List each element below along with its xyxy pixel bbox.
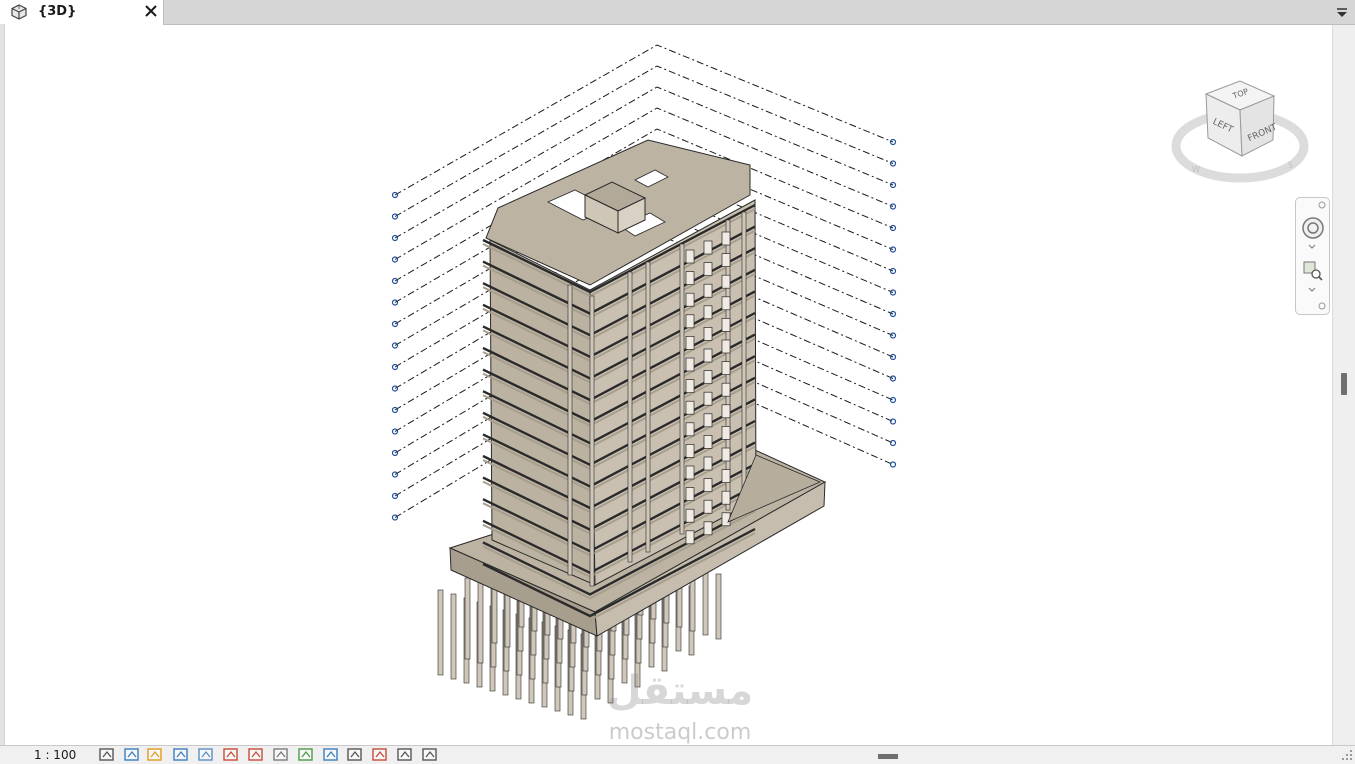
window (685, 336, 695, 350)
window (685, 465, 695, 480)
window (721, 253, 731, 267)
window (703, 262, 713, 276)
show-analytical-model-icon[interactable] (371, 747, 389, 763)
visual-style-icon[interactable] (123, 747, 141, 763)
window (703, 499, 713, 514)
steering-wheel-icon[interactable] (1301, 216, 1325, 240)
window (703, 478, 713, 492)
chevron-down-icon[interactable] (1308, 244, 1316, 250)
zoom-region-icon[interactable] (1302, 260, 1324, 282)
detail-level-icon[interactable] (98, 747, 116, 763)
window (685, 271, 695, 285)
column (679, 243, 685, 535)
temporary-hide-isolate-icon[interactable] (297, 747, 315, 763)
window (685, 379, 695, 393)
reveal-constraints-icon[interactable] (421, 747, 439, 763)
window (685, 508, 695, 523)
window (703, 240, 713, 255)
navbar-close-icon[interactable] (1318, 201, 1326, 209)
window (703, 305, 713, 320)
reveal-hidden-elements-icon[interactable] (322, 747, 340, 763)
chevron-down-icon[interactable] (1308, 287, 1316, 293)
window (703, 391, 713, 406)
watermark: مستقل mostaql.com (590, 668, 770, 748)
compass-west-label: W (1192, 165, 1200, 174)
window (703, 370, 713, 384)
window (685, 249, 695, 264)
window (721, 447, 731, 462)
column (741, 211, 747, 503)
view-tab[interactable]: {3D} (0, 0, 164, 25)
view-tab-bar: {3D} (0, 0, 1355, 25)
window (703, 413, 713, 428)
dropdown-arrow-icon[interactable] (1335, 5, 1349, 19)
column (589, 295, 595, 587)
window (721, 426, 731, 440)
window (685, 292, 695, 307)
window (703, 327, 713, 341)
level-head-right (889, 396, 897, 404)
pile (450, 593, 457, 680)
window (721, 382, 731, 397)
show-rendering-dialog-icon[interactable] (197, 747, 215, 763)
pile (715, 573, 722, 640)
pile (437, 589, 444, 676)
window (685, 530, 695, 545)
view-control-bar: 1 : 100 (0, 745, 1355, 764)
crop-view-icon[interactable] (222, 747, 240, 763)
window (721, 469, 731, 483)
navigation-bar (1295, 197, 1330, 315)
window (685, 422, 695, 437)
window (685, 444, 695, 458)
window (721, 490, 731, 505)
window (721, 339, 731, 354)
level-head-right (889, 461, 897, 468)
column (567, 284, 573, 576)
watermark-logo: مستقل (606, 668, 754, 714)
window (703, 283, 713, 298)
tab-title: {3D} (38, 4, 77, 19)
window (685, 314, 695, 329)
show-crop-region-icon[interactable] (247, 747, 265, 763)
unlock-3d-view-icon[interactable] (272, 747, 290, 763)
vertical-scrollbar[interactable] (1332, 25, 1355, 745)
window (721, 361, 731, 375)
window (721, 318, 731, 332)
level-head-right (889, 418, 897, 425)
horizontal-scroll-thumb[interactable] (878, 754, 898, 759)
column (645, 261, 651, 553)
3d-viewport[interactable] (5, 25, 1331, 745)
3d-view-icon (11, 4, 27, 20)
window (703, 435, 713, 449)
resize-grip-icon[interactable] (1341, 749, 1353, 761)
window (721, 296, 731, 311)
pile (477, 581, 484, 664)
pile (702, 569, 709, 636)
window (721, 274, 731, 289)
window (703, 348, 713, 363)
window (703, 456, 713, 471)
viewcube[interactable]: W S TOP LEFT FRONT (1170, 76, 1310, 186)
column (627, 271, 633, 563)
window (703, 521, 713, 536)
window (721, 404, 731, 419)
watermark-site: mostaql.com (608, 720, 752, 745)
shadows-icon[interactable] (172, 747, 190, 763)
close-icon[interactable] (142, 2, 160, 20)
compass-south-label: S (1288, 161, 1293, 170)
window (685, 400, 695, 415)
pile (464, 577, 471, 660)
window (685, 357, 695, 372)
level-head-right (889, 439, 897, 447)
window (721, 231, 731, 246)
highlight-displacement-icon[interactable] (396, 747, 414, 763)
building-model[interactable] (5, 25, 1331, 745)
view-scale[interactable]: 1 : 100 (34, 748, 76, 762)
navbar-options-icon[interactable] (1318, 302, 1326, 310)
window (685, 487, 695, 501)
sun-path-icon[interactable] (146, 747, 164, 763)
vertical-scroll-thumb[interactable] (1341, 373, 1347, 395)
temporary-view-properties-icon[interactable] (346, 747, 364, 763)
